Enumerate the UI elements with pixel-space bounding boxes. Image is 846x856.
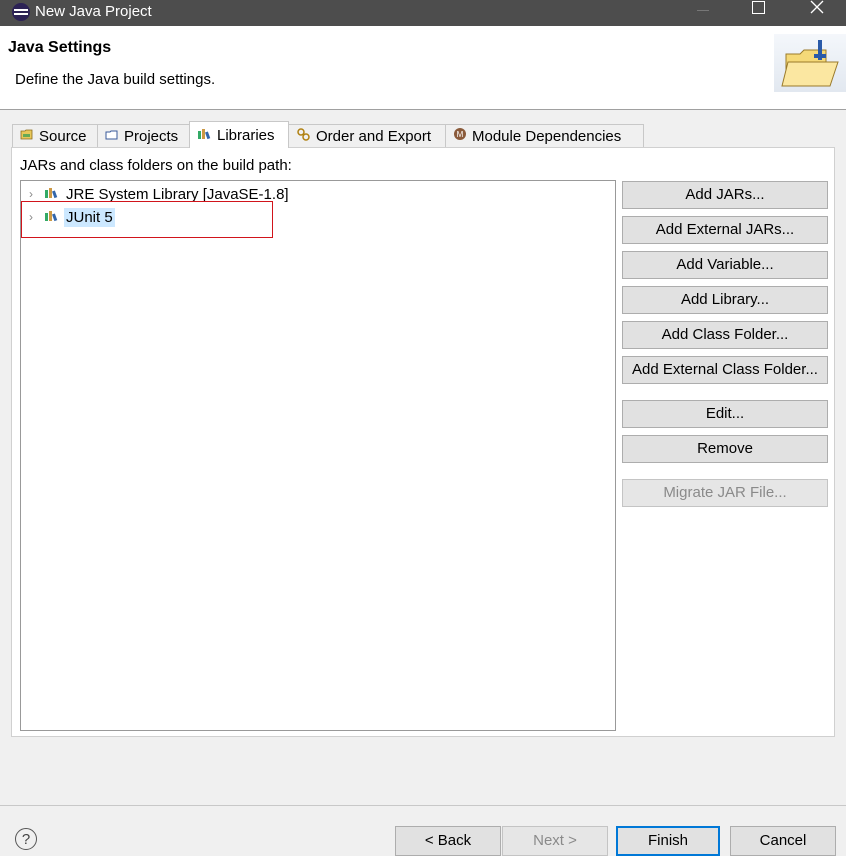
add-variable-button[interactable]: Add Variable... xyxy=(622,251,828,279)
remove-button[interactable]: Remove xyxy=(622,435,828,463)
eclipse-icon xyxy=(12,3,30,21)
tab-source[interactable]: Source xyxy=(12,124,98,147)
svg-text:M: M xyxy=(457,130,464,139)
tab-libraries-label: Libraries xyxy=(217,126,275,144)
annotation-highlight-box xyxy=(21,201,273,238)
help-icon[interactable]: ? xyxy=(15,828,37,850)
add-jars-button[interactable]: Add JARs... xyxy=(622,181,828,209)
close-icon xyxy=(810,0,824,14)
back-button[interactable]: < Back xyxy=(395,826,501,856)
add-external-class-folder-button[interactable]: Add External Class Folder... xyxy=(622,356,828,384)
chevron-right-icon[interactable]: › xyxy=(29,187,39,201)
tab-projects-label: Projects xyxy=(124,127,179,145)
tab-order-export[interactable]: Order and Export xyxy=(288,124,446,147)
next-button[interactable]: Next > xyxy=(502,826,608,856)
java-project-wizard-icon xyxy=(774,34,846,92)
footer-separator xyxy=(0,805,846,806)
tab-module-dependencies[interactable]: M Module Dependencies xyxy=(445,124,644,147)
projects-icon xyxy=(105,128,119,145)
page-description: Define the Java build settings. xyxy=(15,71,216,88)
wizard-header: Java Settings Define the Java build sett… xyxy=(0,26,846,110)
tab-order-export-label: Order and Export xyxy=(316,127,432,145)
edit-button[interactable]: Edit... xyxy=(622,400,828,428)
order-export-icon xyxy=(296,127,311,145)
cancel-button[interactable]: Cancel xyxy=(730,826,836,856)
libraries-tree[interactable]: › JRE System Library [JavaSE-1.8] › JUni… xyxy=(20,180,616,731)
window-title: New Java Project xyxy=(35,3,152,20)
finish-button[interactable]: Finish xyxy=(616,826,720,856)
module-icon: M xyxy=(453,127,467,145)
window-title-bar: New Java Project xyxy=(0,0,846,26)
migrate-jar-button[interactable]: Migrate JAR File... xyxy=(622,479,828,507)
source-folder-icon xyxy=(20,128,34,145)
maximize-button[interactable] xyxy=(736,0,782,26)
tab-module-dependencies-label: Module Dependencies xyxy=(472,127,622,145)
tab-source-label: Source xyxy=(39,127,87,145)
tab-projects[interactable]: Projects xyxy=(97,124,191,147)
library-icon xyxy=(197,127,212,144)
add-class-folder-button[interactable]: Add Class Folder... xyxy=(622,321,828,349)
library-icon xyxy=(44,186,59,203)
close-button[interactable] xyxy=(796,0,842,26)
minimize-button[interactable] xyxy=(680,0,726,26)
tab-libraries[interactable]: Libraries xyxy=(189,121,289,148)
page-title: Java Settings xyxy=(8,39,112,56)
add-external-jars-button[interactable]: Add External JARs... xyxy=(622,216,828,244)
add-library-button[interactable]: Add Library... xyxy=(622,286,828,314)
build-path-label: JARs and class folders on the build path… xyxy=(20,157,292,174)
